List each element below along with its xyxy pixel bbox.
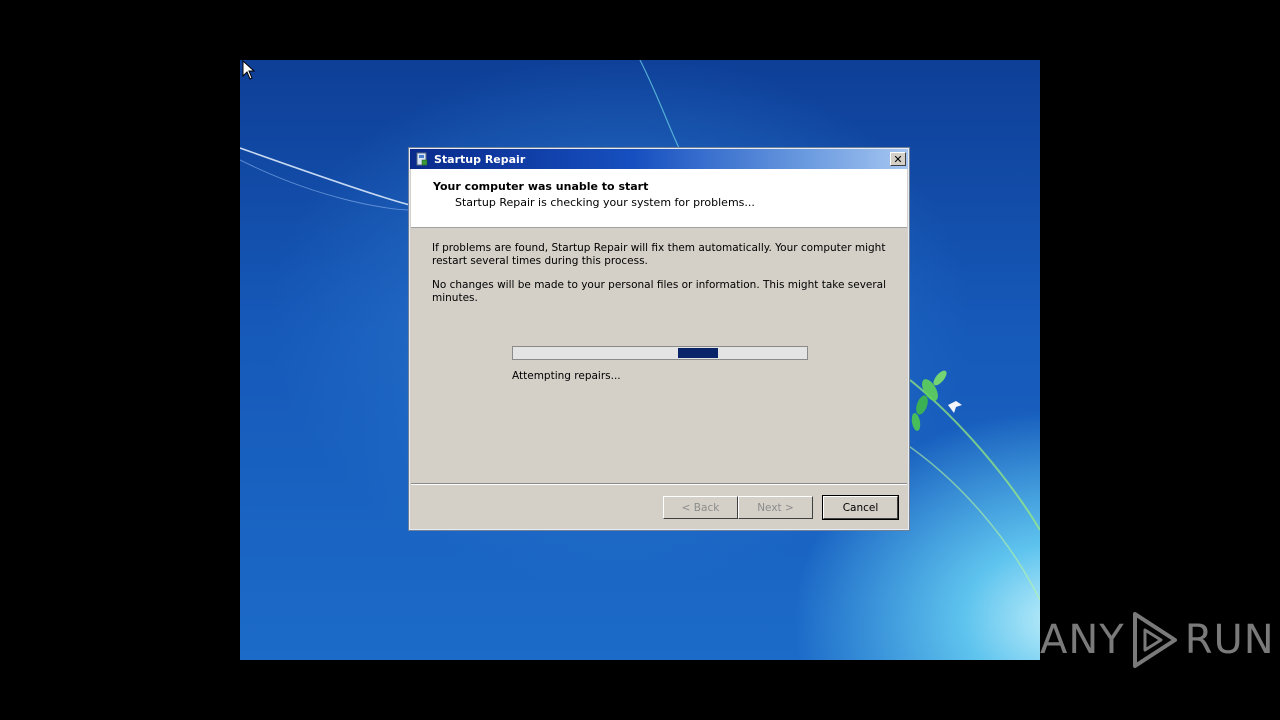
startup-repair-dialog: Startup Repair ✕ Your computer was unabl…: [408, 147, 910, 531]
close-button[interactable]: ✕: [890, 152, 906, 166]
footer-separator: [411, 483, 907, 485]
title-bar[interactable]: Startup Repair ✕: [410, 149, 908, 169]
cancel-button[interactable]: Cancel: [822, 495, 899, 520]
description-paragraph-2: No changes will be made to your personal…: [432, 279, 887, 304]
dialog-header: Your computer was unable to start Startu…: [411, 169, 907, 228]
close-icon: ✕: [893, 152, 903, 166]
progress-marquee-block: [678, 348, 718, 358]
header-subtitle: Startup Repair is checking your system f…: [455, 196, 755, 209]
play-logo-icon: [1132, 612, 1177, 668]
watermark-text-right: RUN: [1184, 617, 1275, 663]
progress-status: Attempting repairs...: [512, 370, 621, 382]
watermark-text-left: ANY: [1040, 617, 1125, 663]
progress-bar: [512, 346, 808, 360]
window-title: Startup Repair: [434, 152, 526, 166]
startup-repair-icon: [415, 152, 429, 166]
next-button[interactable]: Next >: [738, 496, 813, 519]
header-title: Your computer was unable to start: [433, 180, 649, 193]
back-button[interactable]: < Back: [663, 496, 738, 519]
mouse-cursor-icon: [242, 60, 256, 80]
description-paragraph-1: If problems are found, Startup Repair wi…: [432, 242, 886, 267]
anyrun-watermark: ANY RUN: [1040, 608, 1275, 672]
